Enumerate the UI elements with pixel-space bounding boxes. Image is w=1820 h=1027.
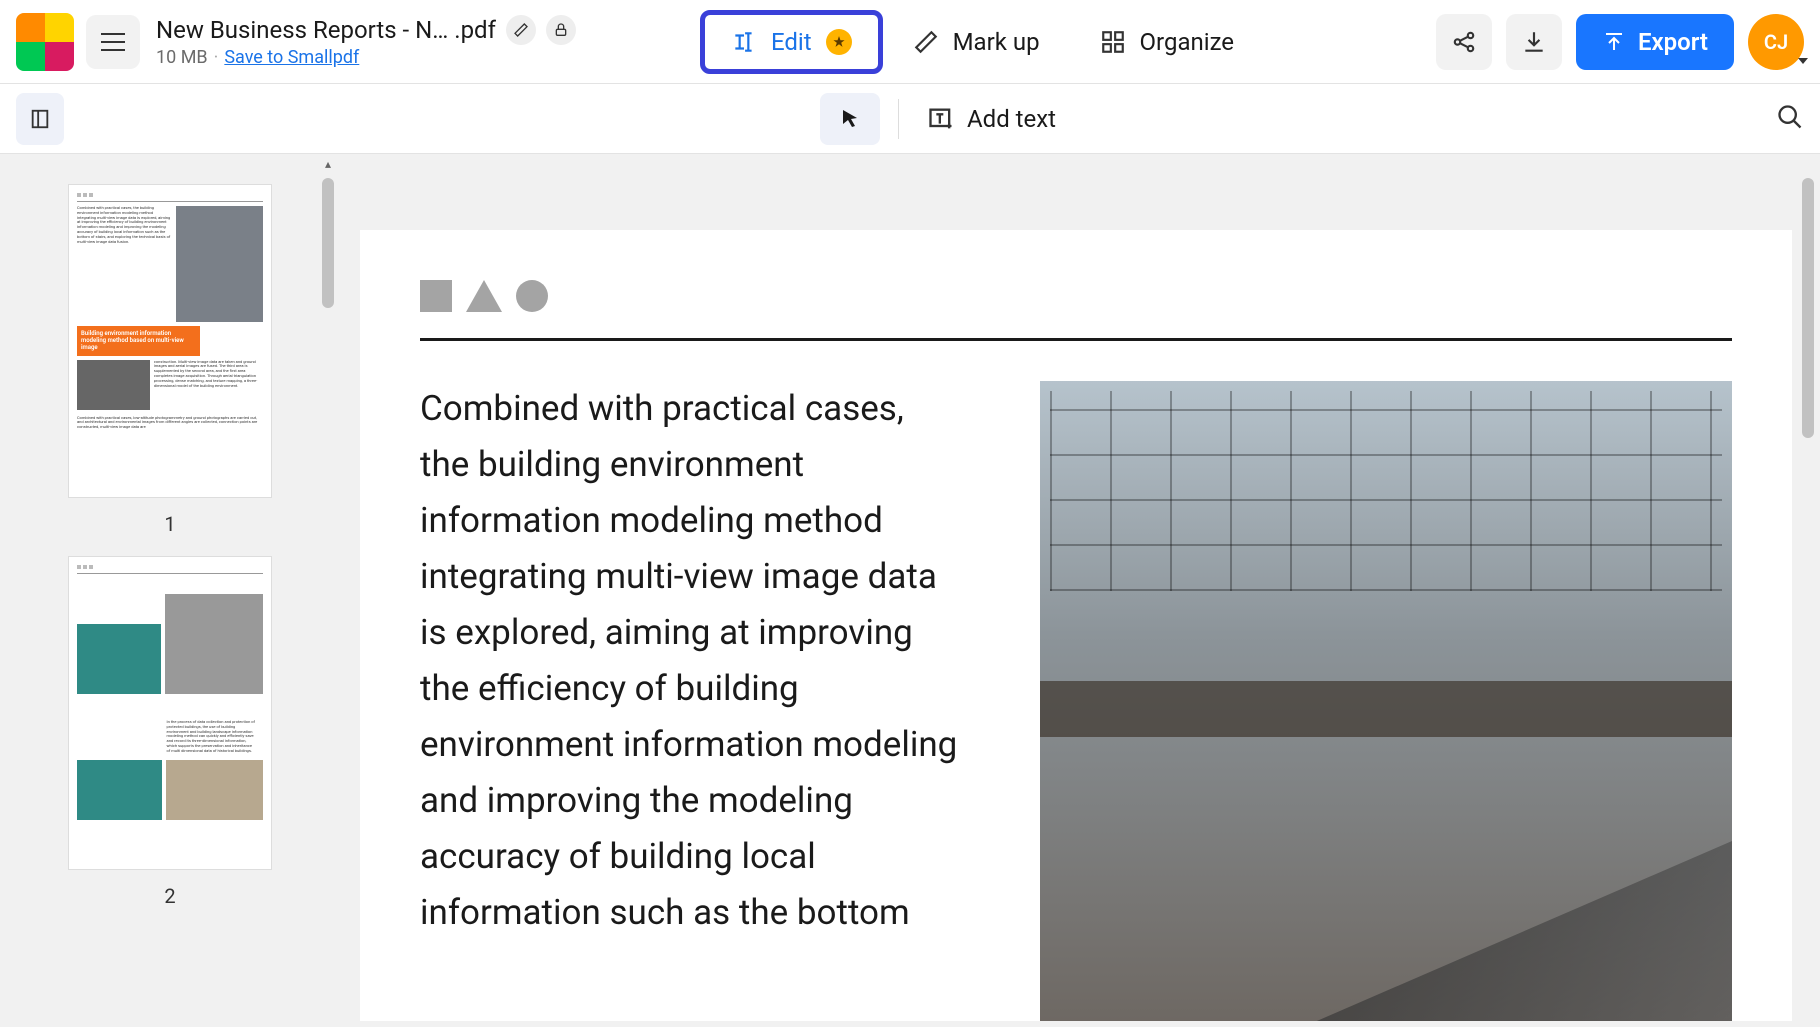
save-link[interactable]: Save to Smallpdf — [224, 47, 359, 68]
hamburger-icon — [101, 33, 125, 51]
page-divider — [420, 338, 1732, 341]
file-info-block: New Business Reports - N… .pdf 10 MB · S… — [156, 15, 576, 68]
tab-edit-label: Edit — [771, 28, 812, 56]
panel-icon — [29, 105, 51, 133]
lock-icon — [553, 22, 569, 38]
share-icon — [1451, 29, 1477, 55]
document-page[interactable]: Combined with practical cases, the build… — [360, 230, 1792, 1021]
file-title[interactable]: New Business Reports - N… .pdf — [156, 16, 496, 44]
user-avatar[interactable]: CJ — [1748, 14, 1804, 70]
scroll-arrow-up[interactable]: ▴ — [320, 156, 336, 172]
thumbnails-toggle[interactable] — [16, 93, 64, 145]
avatar-initials: CJ — [1764, 30, 1788, 54]
file-size: 10 MB — [156, 47, 208, 68]
top-header: New Business Reports - N… .pdf 10 MB · S… — [0, 0, 1820, 84]
grid-icon — [1100, 29, 1126, 55]
page-header-shapes — [420, 280, 1732, 312]
star-icon — [832, 35, 846, 49]
export-button[interactable]: Export — [1576, 14, 1734, 70]
workspace: ▴ Combined with practical cases, the bui… — [0, 154, 1820, 1027]
pencil-icon — [513, 22, 529, 38]
viewer-scrollbar[interactable] — [1802, 178, 1814, 438]
circle-icon — [516, 280, 548, 312]
search-button[interactable] — [1776, 103, 1804, 135]
thumbnail-page-2[interactable]: In the process of data collection and pr… — [68, 556, 272, 908]
thumbnail-orange-title: Building environment information modelin… — [77, 326, 200, 356]
thumbnail-page-1[interactable]: Combined with practical cases, the build… — [68, 184, 272, 536]
document-viewer[interactable]: Combined with practical cases, the build… — [340, 154, 1820, 1027]
select-tool[interactable] — [820, 93, 880, 145]
sub-toolbar: Add text — [0, 84, 1820, 154]
tab-markup[interactable]: Mark up — [883, 10, 1070, 74]
share-button[interactable] — [1436, 14, 1492, 70]
square-icon — [420, 280, 452, 312]
pencil-icon — [913, 29, 939, 55]
separator — [898, 99, 899, 139]
premium-badge — [826, 29, 852, 55]
search-icon — [1776, 103, 1804, 131]
download-button[interactable] — [1506, 14, 1562, 70]
text-cursor-icon — [731, 29, 757, 55]
cursor-icon — [838, 107, 862, 131]
tab-organize[interactable]: Organize — [1070, 10, 1265, 74]
add-text-tool[interactable]: Add text — [917, 105, 1066, 133]
triangle-icon — [466, 280, 502, 312]
tab-organize-label: Organize — [1140, 28, 1235, 56]
upload-icon — [1602, 30, 1626, 54]
document-body-text[interactable]: Combined with practical cases, the build… — [420, 381, 960, 1021]
download-icon — [1521, 29, 1547, 55]
export-label: Export — [1638, 28, 1708, 56]
thumbnail-number-1: 1 — [68, 512, 272, 536]
add-text-label: Add text — [967, 105, 1056, 133]
app-logo[interactable] — [16, 13, 74, 71]
thumbnails-scrollbar[interactable] — [322, 178, 334, 308]
tab-edit[interactable]: Edit — [700, 10, 883, 74]
document-image[interactable] — [1040, 381, 1732, 1021]
menu-button[interactable] — [86, 15, 140, 69]
mode-tabs: Edit Mark up Organize — [700, 10, 1264, 74]
thumbnail-number-2: 2 — [68, 884, 272, 908]
dot-separator: · — [214, 47, 219, 68]
tab-markup-label: Mark up — [953, 28, 1040, 56]
rename-button[interactable] — [506, 15, 536, 45]
thumbnails-panel: ▴ Combined with practical cases, the bui… — [0, 154, 340, 1027]
text-box-icon — [927, 105, 955, 133]
lock-button[interactable] — [546, 15, 576, 45]
